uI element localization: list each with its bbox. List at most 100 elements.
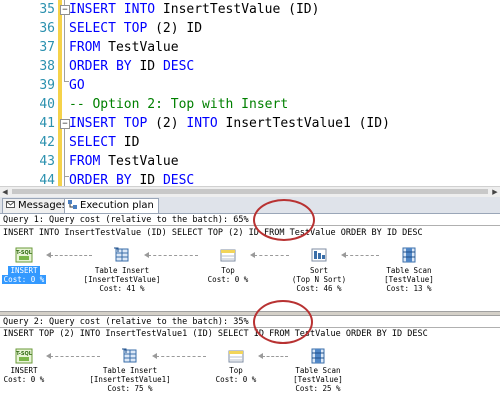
data-flow-arrow [50, 356, 100, 357]
query-cost-header: Query 2: Query cost (relative to the bat… [0, 316, 500, 328]
code-text: ORDER BY ID DESC [69, 173, 195, 186]
operator-cost: Cost: 75 % [107, 384, 153, 393]
collapse-toggle-icon[interactable]: − [60, 119, 70, 129]
arrow-head-icon [46, 252, 51, 258]
plan-operator[interactable]: Table Insert [InsertTestValue1] Cost: 75 % [80, 366, 180, 393]
arrow-head-icon [250, 252, 255, 258]
tab-execution-plan[interactable]: Execution plan [64, 198, 159, 213]
arrow-head-icon [46, 353, 51, 359]
code-text: GO [69, 78, 85, 93]
sql-editor[interactable]: 35 INSERT INTO InsertTestValue (ID) 36 SELE… [0, 0, 500, 186]
table-scan-icon[interactable] [309, 348, 327, 364]
operator-name: INSERT [8, 266, 40, 275]
code-text: INSERT INTO InsertTestValue (ID) [69, 2, 320, 17]
code-line[interactable]: 44 ORDER BY ID DESC [0, 171, 500, 186]
collapse-toggle-icon[interactable]: − [60, 5, 70, 15]
operator-object: (Top N Sort) [291, 275, 347, 284]
scroll-left-arrow-icon[interactable]: ◀ [0, 187, 10, 197]
operator-cost: Cost: 13 % [386, 284, 432, 293]
code-line[interactable]: 36 SELECT TOP (2) ID [0, 19, 500, 38]
svg-text:T-SQL: T-SQL [16, 250, 33, 256]
operator-cost: Cost: 41 % [99, 284, 145, 293]
operator-cost: Cost: 0 % [3, 375, 45, 384]
results-tab-bar: Messages Execution plan [0, 197, 500, 214]
code-line[interactable]: 42 SELECT ID [0, 133, 500, 152]
execution-plan-icon [68, 200, 77, 209]
operator-cost: Cost: 0 % [1, 275, 47, 284]
operator-name: Top [221, 266, 235, 275]
plan-operator[interactable]: Table Scan [TestValue] Cost: 25 % [268, 366, 368, 393]
sort-icon[interactable] [310, 247, 328, 263]
execution-plan-panel-1[interactable]: Query 1: Query cost (relative to the bat… [0, 214, 500, 311]
data-flow-arrow [254, 255, 289, 256]
table-insert-icon[interactable] [121, 348, 139, 364]
table-insert-icon[interactable] [113, 247, 131, 263]
code-text: -- Option 2: Top with Insert [69, 97, 289, 112]
horizontal-scrollbar[interactable]: ◀ ▶ [0, 186, 500, 197]
code-text: ORDER BY ID DESC [69, 59, 195, 74]
code-line[interactable]: 35 INSERT INTO InsertTestValue (ID) [0, 0, 500, 19]
plan-operator[interactable]: Sort (Top N Sort) Cost: 46 % [269, 266, 369, 293]
top-icon[interactable] [227, 348, 245, 364]
line-number: 38 [39, 59, 55, 74]
operator-object: [InsertTestValue1] [89, 375, 171, 384]
code-line[interactable]: 38 ORDER BY ID DESC [0, 57, 500, 76]
code-text: FROM TestValue [69, 40, 179, 55]
operator-object: [TestValue] [293, 375, 343, 384]
arrow-head-icon [258, 353, 263, 359]
operator-cost: Cost: 0 % [207, 275, 249, 284]
code-line[interactable]: 40 -- Option 2: Top with Insert [0, 95, 500, 114]
plan-operator[interactable]: INSERT Cost: 0 % [0, 266, 74, 284]
query-sql-text: INSERT INTO InsertTestValue (ID) SELECT … [3, 228, 423, 238]
operator-name: Table Scan [386, 266, 432, 275]
code-line[interactable]: 37 FROM TestValue [0, 38, 500, 57]
table-scan-icon[interactable] [400, 247, 418, 263]
tab-messages-label: Messages [18, 200, 68, 211]
operator-name: Table Scan [295, 366, 341, 375]
top-icon[interactable] [219, 247, 237, 263]
data-flow-arrow [50, 255, 92, 256]
tab-execution-plan-label: Execution plan [80, 200, 154, 211]
plan-operator[interactable]: Top Cost: 0 % [178, 266, 278, 284]
arrow-head-icon [144, 252, 149, 258]
code-line[interactable]: 41 INSERT TOP (2) INTO InsertTestValue1 (… [0, 114, 500, 133]
code-text: SELECT TOP (2) ID [69, 21, 203, 36]
cost-highlight-circle-1 [253, 199, 315, 241]
code-text: FROM TestValue [69, 154, 179, 169]
outline-guide [64, 157, 65, 160]
operator-name: Table Insert [94, 266, 150, 275]
execution-plan-panel-2[interactable]: Query 2: Query cost (relative to the bat… [0, 316, 500, 400]
arrow-head-icon [341, 252, 346, 258]
line-number: 44 [39, 173, 55, 186]
operator-object: [TestValue] [384, 275, 434, 284]
plan-operator[interactable]: Table Scan [TestValue] Cost: 13 % [359, 266, 459, 293]
query-sql-text: INSERT TOP (2) INTO InsertTestValue1 (ID… [3, 329, 428, 339]
scroll-right-arrow-icon[interactable]: ▶ [490, 187, 500, 197]
line-number: 41 [39, 116, 55, 131]
plan-operator[interactable]: Table Insert [InsertTestValue] Cost: 41 % [72, 266, 172, 293]
arrow-head-icon [152, 353, 157, 359]
plan-operator[interactable]: INSERT Cost: 0 % [0, 366, 74, 384]
operator-name: INSERT [10, 366, 38, 375]
data-flow-arrow [345, 255, 379, 256]
code-line[interactable]: 39 GO [0, 76, 500, 95]
tsql-icon[interactable]: T-SQL [15, 247, 33, 263]
tsql-icon[interactable]: T-SQL [15, 348, 33, 364]
line-number: 40 [39, 97, 55, 112]
outline-end-marker [64, 176, 69, 177]
outline-end-marker [64, 81, 69, 82]
data-flow-arrow [262, 356, 288, 357]
data-flow-arrow [156, 356, 206, 357]
line-number: 36 [39, 21, 55, 36]
outline-guide [64, 15, 65, 81]
line-number: 37 [39, 40, 55, 55]
code-text: INSERT TOP (2) INTO InsertTestValue1 (ID… [69, 116, 390, 131]
query-cost-header: Query 1: Query cost (relative to the bat… [0, 214, 500, 226]
code-line[interactable]: 43 FROM TestValue [0, 152, 500, 171]
messages-icon [6, 201, 15, 208]
line-number: 43 [39, 154, 55, 169]
operator-name: Sort [309, 266, 329, 275]
tab-messages[interactable]: Messages [2, 198, 73, 213]
scrollbar-thumb[interactable] [12, 189, 488, 194]
operator-cost: Cost: 46 % [296, 284, 342, 293]
